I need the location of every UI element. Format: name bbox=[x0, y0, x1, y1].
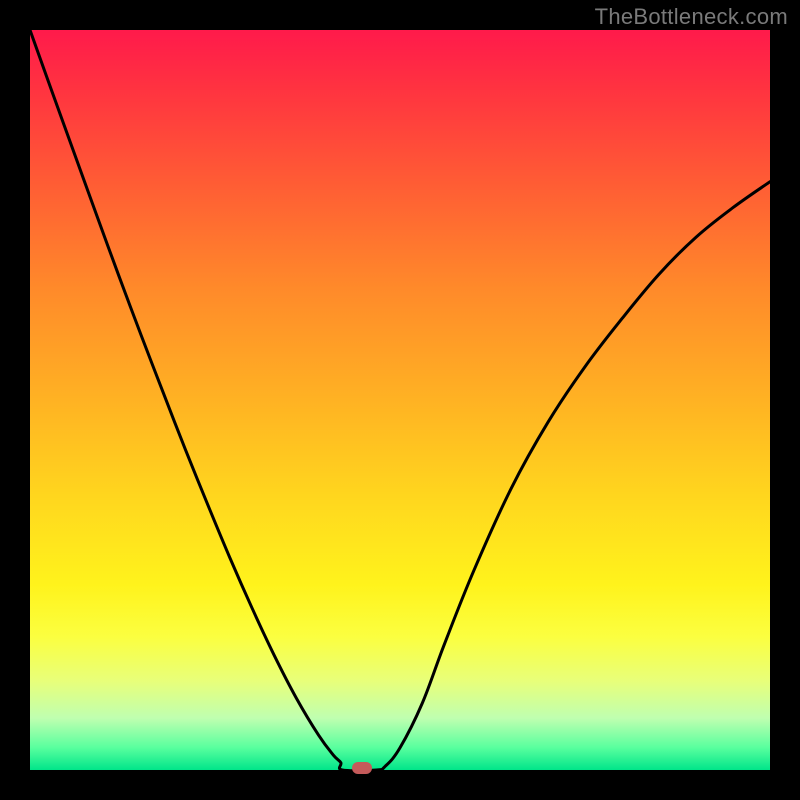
bottleneck-curve bbox=[30, 30, 770, 770]
curve-path bbox=[30, 30, 770, 770]
optimum-marker bbox=[352, 762, 372, 774]
outer-frame: TheBottleneck.com bbox=[0, 0, 800, 800]
watermark-text: TheBottleneck.com bbox=[595, 4, 788, 30]
